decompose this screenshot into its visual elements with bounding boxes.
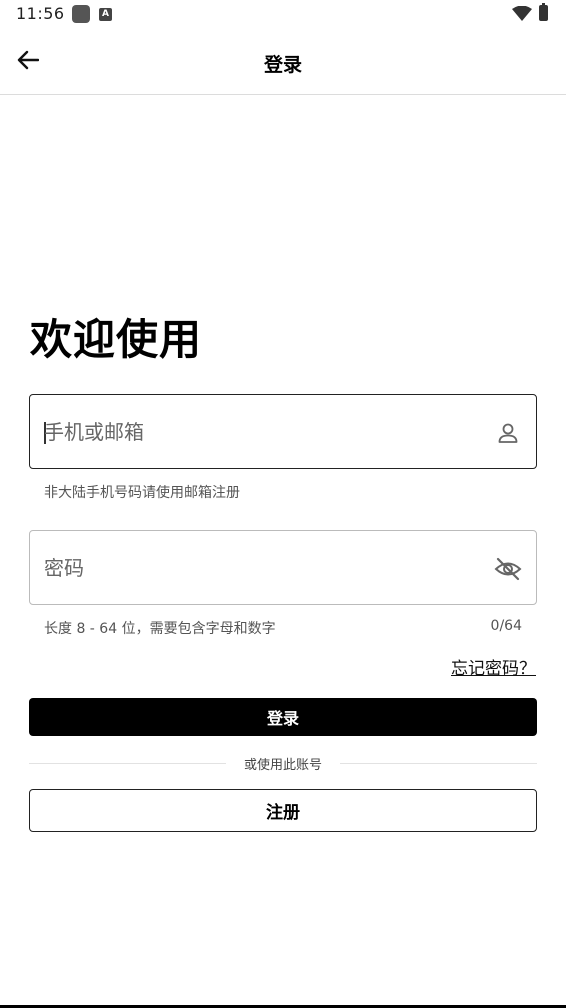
forgot-password-link[interactable]: 忘记密码？ [451, 654, 536, 679]
app-icon [72, 5, 90, 23]
register-button[interactable]: 注册 [29, 789, 537, 832]
phone-email-field[interactable] [29, 394, 537, 469]
divider-line-right [340, 763, 537, 764]
page-title: 登录 [263, 54, 302, 76]
alternate-divider: 或使用此账号 [29, 752, 537, 774]
phone-email-input[interactable] [44, 395, 464, 468]
app-bar: 登录 [0, 30, 566, 95]
battery-icon [539, 3, 548, 21]
password-char-counter: 0/64 [490, 618, 522, 634]
wifi-icon [512, 5, 532, 25]
a-icon: A [99, 8, 112, 21]
welcome-heading: 欢迎使用 [30, 315, 203, 364]
status-bar: 11:56 A [0, 0, 566, 30]
password-field[interactable] [29, 530, 537, 605]
password-helper-text: 长度 8 - 64 位，需要包含字母和数字 [44, 621, 276, 637]
status-time: 11:56 [16, 4, 65, 23]
password-input[interactable] [44, 531, 464, 604]
login-button[interactable]: 登录 [29, 698, 537, 736]
eye-off-icon[interactable] [494, 555, 522, 583]
person-icon [494, 419, 522, 447]
phone-helper-text: 非大陆手机号码请使用邮箱注册 [44, 485, 240, 501]
